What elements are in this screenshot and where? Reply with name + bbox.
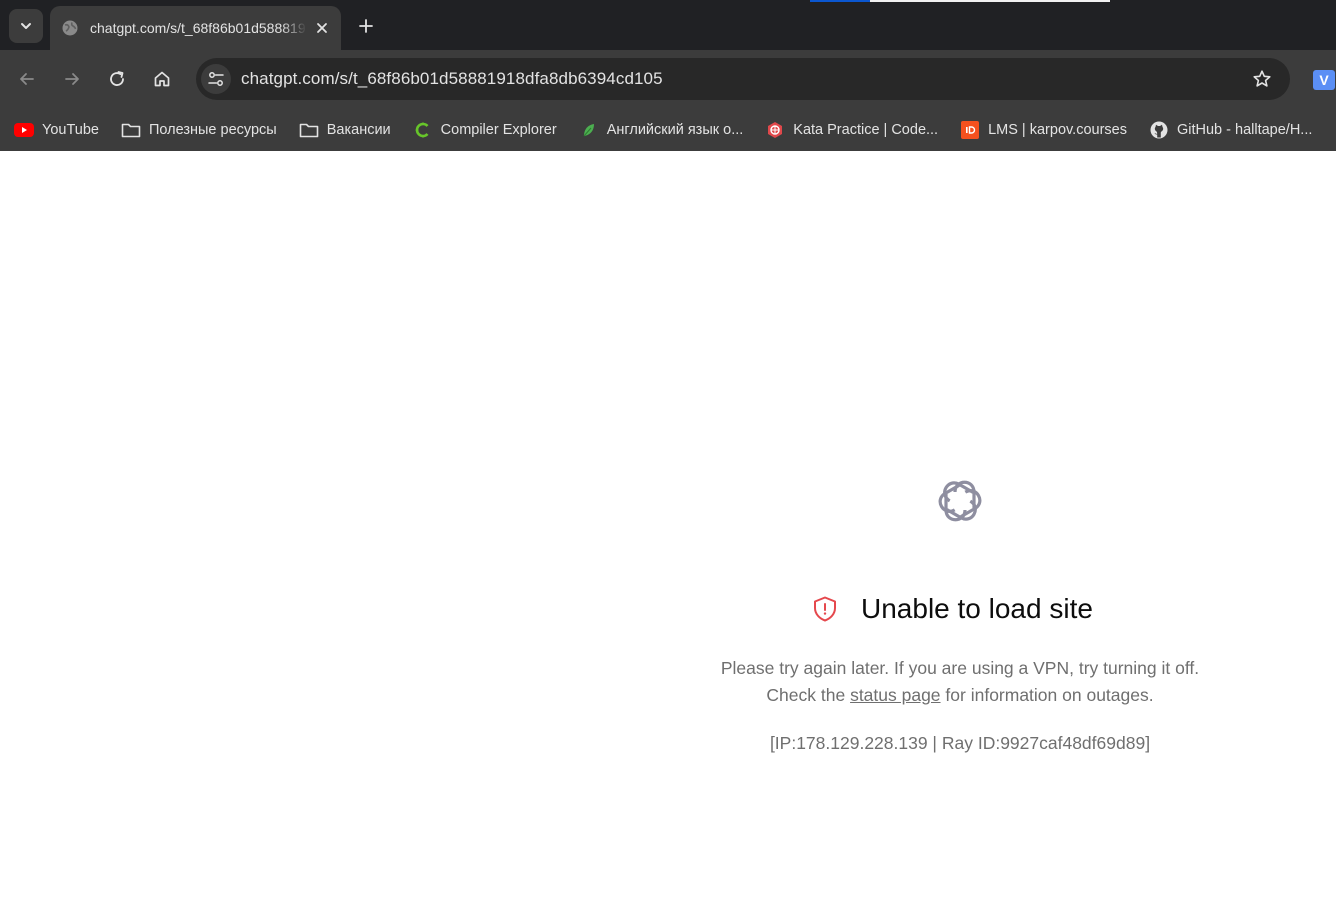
close-icon [317,23,327,33]
error-heading: Unable to load site [811,589,1093,629]
reload-icon [110,71,124,86]
error-message: Please try again later. If you are using… [660,655,1260,709]
bookmark-folder-resources[interactable]: Полезные ресурсы [121,115,277,145]
codewars-icon [765,121,785,138]
bookmark-codewars[interactable]: Kata Practice | Code... [765,115,938,145]
active-tab[interactable]: chatgpt.com/s/t_68f86b01d58881918dfa8db6… [50,6,341,50]
arrow-left-icon [20,73,34,85]
tab-search-button[interactable] [9,9,43,43]
youtube-icon [14,122,34,138]
back-button[interactable] [11,63,43,95]
bookmark-star-button[interactable] [1250,67,1274,91]
karpov-icon [960,120,980,139]
status-page-link[interactable]: status page [850,685,940,705]
new-tab-button[interactable] [352,12,380,40]
bookmarks-bar: YouTube Полезные ресурсы Вакансии Compil… [0,108,1336,151]
bookmark-karpov[interactable]: LMS | karpov.courses [960,115,1127,145]
chevron-down-icon [21,23,31,29]
tune-icon [208,72,224,86]
error-message-line-2: Check the status page for information on… [660,682,1260,709]
shield-alert-icon [814,596,836,622]
folder-icon [121,122,141,138]
ray-id-info: [IP:178.129.228.139 | Ray ID:9927caf48df… [769,733,1151,753]
leaf-icon [579,122,599,138]
star-icon [1253,70,1271,87]
tab-close-button[interactable] [313,19,331,37]
home-icon [154,71,170,87]
error-message-suffix: for information on outages. [945,685,1154,705]
window-accent-bar-light [870,0,1110,2]
bookmark-github[interactable]: GitHub - halltape/H... [1149,115,1312,145]
page-content: Unable to load site Please try again lat… [0,151,1336,909]
plus-icon [359,19,373,33]
openai-logo-icon [938,480,982,522]
folder-icon [299,122,319,138]
error-message-prefix: Check the [766,685,846,705]
address-bar[interactable]: chatgpt.com/s/t_68f86b01d58881918dfa8db6… [196,58,1290,100]
tab-strip: chatgpt.com/s/t_68f86b01d58881918dfa8db6… [0,0,1336,50]
site-info-button[interactable] [201,64,231,94]
compiler-explorer-icon [413,122,433,138]
bookmark-folder-vacancies[interactable]: Вакансии [299,115,391,145]
forward-button[interactable] [56,63,88,95]
bookmark-compiler-explorer[interactable]: Compiler Explorer [413,115,557,145]
reload-button[interactable] [101,63,133,95]
browser-toolbar: chatgpt.com/s/t_68f86b01d58881918dfa8db6… [0,50,1336,108]
error-message-line-1: Please try again later. If you are using… [720,658,1200,678]
bookmark-youtube[interactable]: YouTube [14,115,99,145]
extension-button[interactable]: V [1313,70,1335,90]
tab-title: chatgpt.com/s/t_68f86b01d58881918dfa8db6… [90,20,307,36]
url-text: chatgpt.com/s/t_68f86b01d58881918dfa8db6… [241,69,663,88]
error-title: Unable to load site [861,593,1093,624]
window-accent-bar [810,0,870,2]
globe-icon [62,20,78,36]
github-icon [1149,121,1169,138]
arrow-right-icon [65,73,79,85]
bookmark-english[interactable]: Английский язык о... [579,115,743,145]
home-button[interactable] [146,63,178,95]
